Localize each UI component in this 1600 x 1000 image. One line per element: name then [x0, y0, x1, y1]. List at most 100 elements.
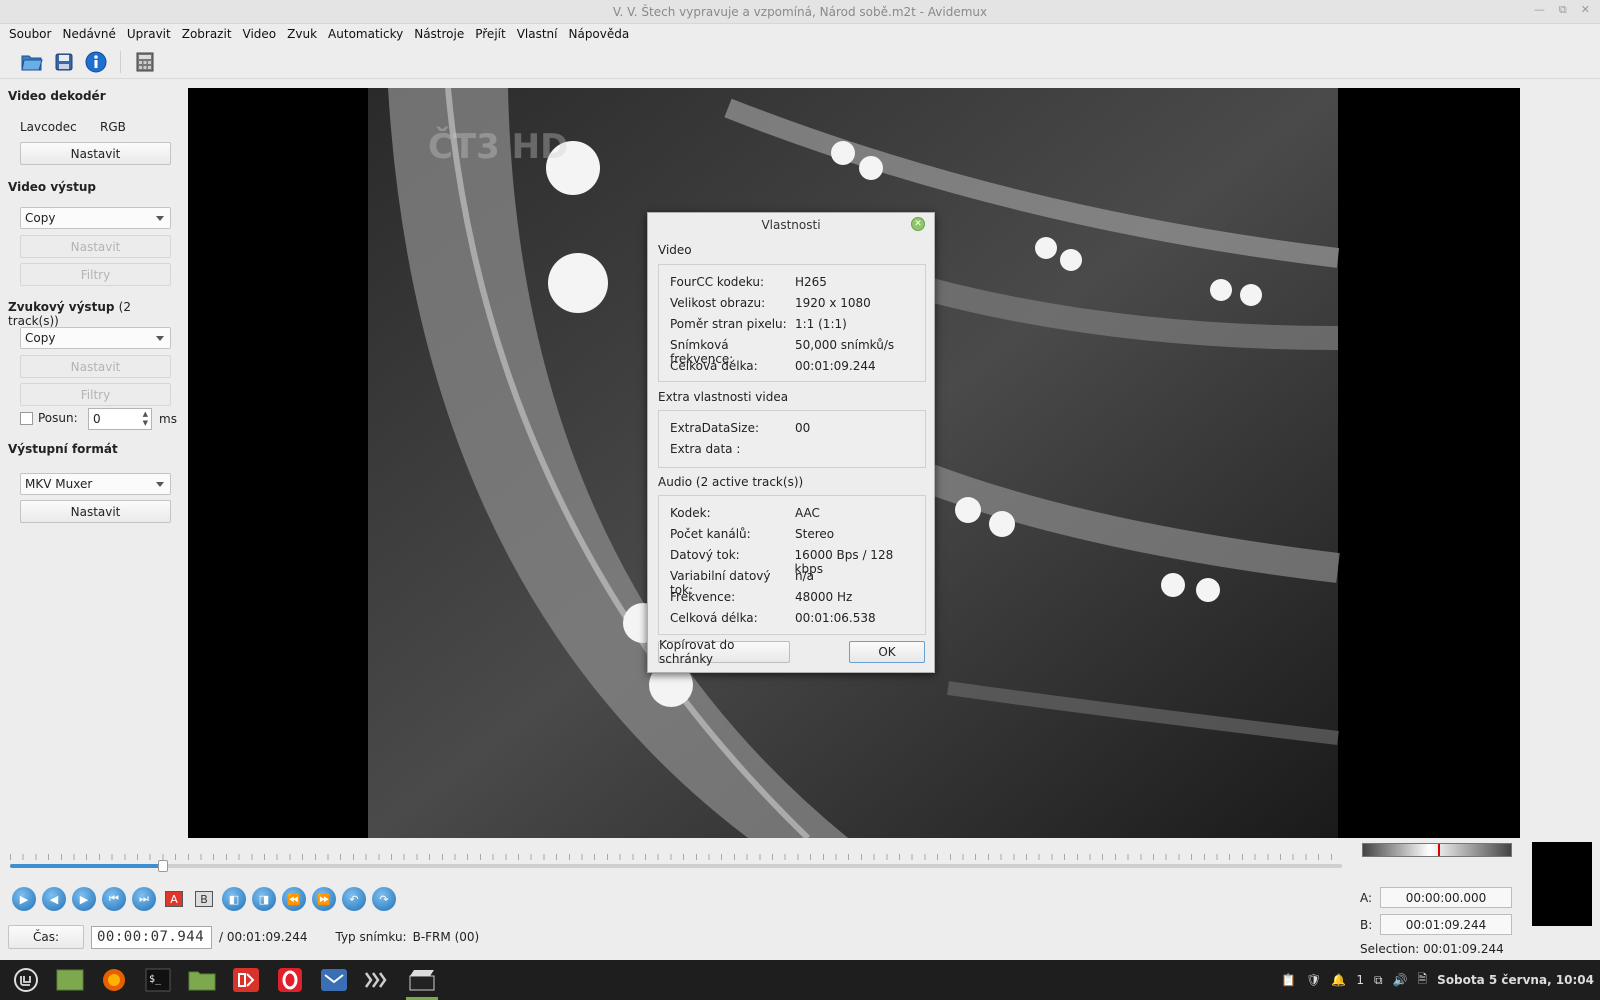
previous-cut-icon[interactable]: ↶ — [342, 887, 366, 911]
restore-icon[interactable]: ⧉ — [1559, 3, 1567, 17]
menu-nastroje[interactable]: Nástroje — [414, 27, 464, 41]
kdenlive-icon[interactable] — [356, 960, 400, 1000]
set-marker-a-icon[interactable]: A — [162, 887, 186, 911]
current-time-field[interactable]: 00:00:07.944 — [91, 925, 212, 949]
total-time: / 00:01:09.244 — [219, 930, 308, 944]
network-icon[interactable]: ⧉ — [1374, 973, 1383, 988]
dialog-close-icon[interactable]: ✕ — [911, 217, 925, 231]
navigation-buttons: ▶ ◀ ▶ ⏮ ⏭ A B ◧ ◨ ⏪ ⏩ ↶ ↷ — [12, 887, 396, 911]
file-manager-icon[interactable] — [180, 960, 224, 1000]
menu-vlastni[interactable]: Vlastní — [517, 27, 558, 41]
save-icon[interactable] — [52, 50, 76, 74]
marker-a-field[interactable]: 00:00:00.000 — [1380, 887, 1512, 908]
minimize-icon[interactable]: — — [1534, 3, 1545, 17]
mint-menu-icon[interactable] — [4, 960, 48, 1000]
dialog-title: Vlastnosti — [761, 218, 821, 232]
previous-black-frame-icon[interactable]: ◧ — [222, 887, 246, 911]
copy-to-clipboard-button[interactable]: Kopírovat do schránky — [658, 638, 790, 666]
open-file-icon[interactable] — [20, 50, 44, 74]
decoder-codec: Lavcodec — [20, 120, 77, 134]
previous-frame-icon[interactable]: ◀ — [42, 887, 66, 911]
go-to-start-icon[interactable]: ⏪ — [282, 887, 306, 911]
menu-soubor[interactable]: Soubor — [9, 27, 51, 41]
ok-button[interactable]: OK — [849, 641, 925, 663]
prop-row: FourCC kodeku: H265 — [670, 275, 827, 289]
timeline-slider[interactable] — [10, 860, 1342, 872]
menu-automaticky[interactable]: Automaticky — [328, 27, 403, 41]
left-panel: Video dekodér Lavcodec RGB Nastavit Vide… — [0, 80, 184, 850]
shield-icon[interactable]: 🛡 — [1306, 973, 1321, 987]
info-icon[interactable] — [84, 50, 108, 74]
set-marker-b-icon[interactable]: B — [192, 887, 216, 911]
shift-checkbox[interactable] — [20, 412, 33, 425]
opera-icon[interactable] — [268, 960, 312, 1000]
mail-icon[interactable] — [312, 960, 356, 1000]
video-configure-button[interactable]: Nastavit — [20, 235, 171, 258]
show-desktop-icon[interactable] — [48, 960, 92, 1000]
audio-section-label: Audio (2 active track(s)) — [658, 475, 804, 489]
prop-value: 48000 Hz — [795, 590, 853, 604]
go-to-end-icon[interactable]: ⏩ — [312, 887, 336, 911]
calculator-icon[interactable] — [133, 50, 157, 74]
notification-icon[interactable]: 🔔 — [1331, 973, 1346, 987]
output-format-combo[interactable]: MKV Muxer — [20, 473, 171, 495]
menu-napoveda[interactable]: Nápověda — [568, 27, 629, 41]
notification-count: 1 — [1356, 973, 1364, 987]
menu-zobrazit[interactable]: Zobrazit — [182, 27, 232, 41]
update-manager-icon[interactable]: 🗎 — [1418, 970, 1428, 991]
next-cut-icon[interactable]: ↷ — [372, 887, 396, 911]
prop-key: Kodek: — [670, 506, 711, 520]
firefox-icon[interactable] — [92, 960, 136, 1000]
shift-spinbox[interactable]: 0 ▲ ▼ — [88, 408, 152, 430]
svg-text:$_: $_ — [149, 974, 162, 985]
chevron-down-icon — [156, 482, 164, 487]
prop-value: AAC — [795, 506, 820, 520]
tool-app-icon[interactable] — [224, 960, 268, 1000]
menu-video[interactable]: Video — [243, 27, 277, 41]
terminal-icon[interactable]: $_ — [136, 960, 180, 1000]
prop-row: Celková délka: 00:01:09.244 — [670, 359, 876, 373]
prop-key: Celková délka: — [670, 611, 758, 625]
prop-row: Kodek: AAC — [670, 506, 820, 520]
video-section-label: Video — [658, 243, 692, 257]
previous-keyframe-icon[interactable]: ⏮ — [102, 887, 126, 911]
next-keyframe-icon[interactable]: ⏭ — [132, 887, 156, 911]
avidemux-taskbar-icon[interactable] — [400, 960, 444, 1000]
volume-icon[interactable]: 🔊 — [1393, 973, 1408, 987]
extra-properties-group: ExtraDataSize: 00 Extra data : — [658, 410, 926, 468]
video-output-combo[interactable]: Copy — [20, 207, 171, 229]
menu-nedavne[interactable]: Nedávné — [62, 27, 115, 41]
menu-prejit[interactable]: Přejít — [475, 27, 505, 41]
close-icon[interactable]: ✕ — [1581, 3, 1590, 17]
timeline-ticks — [10, 854, 1342, 860]
frame-type-label: Typ snímku: — [335, 930, 407, 944]
time-button[interactable]: Čas: — [8, 925, 84, 949]
marker-b-field[interactable]: 00:01:09.244 — [1380, 914, 1512, 935]
prop-row: Frekvence: 48000 Hz — [670, 590, 852, 604]
video-filters-button[interactable]: Filtry — [20, 263, 171, 286]
audio-output-combo[interactable]: Copy — [20, 327, 171, 349]
prop-value: 00 — [795, 421, 811, 435]
menu-upravit[interactable]: Upravit — [127, 27, 171, 41]
timeline-handle[interactable] — [158, 860, 169, 872]
next-frame-icon[interactable]: ▶ — [72, 887, 96, 911]
audio-filters-button[interactable]: Filtry — [20, 383, 171, 406]
play-icon[interactable]: ▶ — [12, 887, 36, 911]
prop-value: 1:1 (1:1) — [795, 317, 847, 331]
next-black-frame-icon[interactable]: ◨ — [252, 887, 276, 911]
menu-bar: Soubor Nedávné Upravit Zobrazit Video Zv… — [0, 24, 1600, 44]
video-output-value: Copy — [25, 211, 56, 225]
menu-zvuk[interactable]: Zvuk — [287, 27, 317, 41]
svg-text:ČT3 HD: ČT3 HD — [428, 126, 568, 167]
prop-key: Poměr stran pixelu: — [670, 317, 787, 331]
format-configure-button[interactable]: Nastavit — [20, 500, 171, 523]
clock[interactable]: Sobota 5 června, 10:04 — [1437, 973, 1594, 987]
spin-arrows-icon[interactable]: ▲ ▼ — [143, 410, 148, 428]
audio-configure-button[interactable]: Nastavit — [20, 355, 171, 378]
decoder-configure-button[interactable]: Nastavit — [20, 142, 171, 165]
prop-value: 1920 x 1080 — [795, 296, 871, 310]
bottom-controls: ▶ ◀ ▶ ⏮ ⏭ A B ◧ ◨ ⏪ ⏩ ↶ ↷ Čas: 00:00:07.… — [0, 842, 1600, 960]
prop-key: Frekvence: — [670, 590, 736, 604]
prop-row: Extra data : — [670, 442, 795, 456]
clipboard-icon[interactable]: 📋 — [1281, 973, 1296, 987]
